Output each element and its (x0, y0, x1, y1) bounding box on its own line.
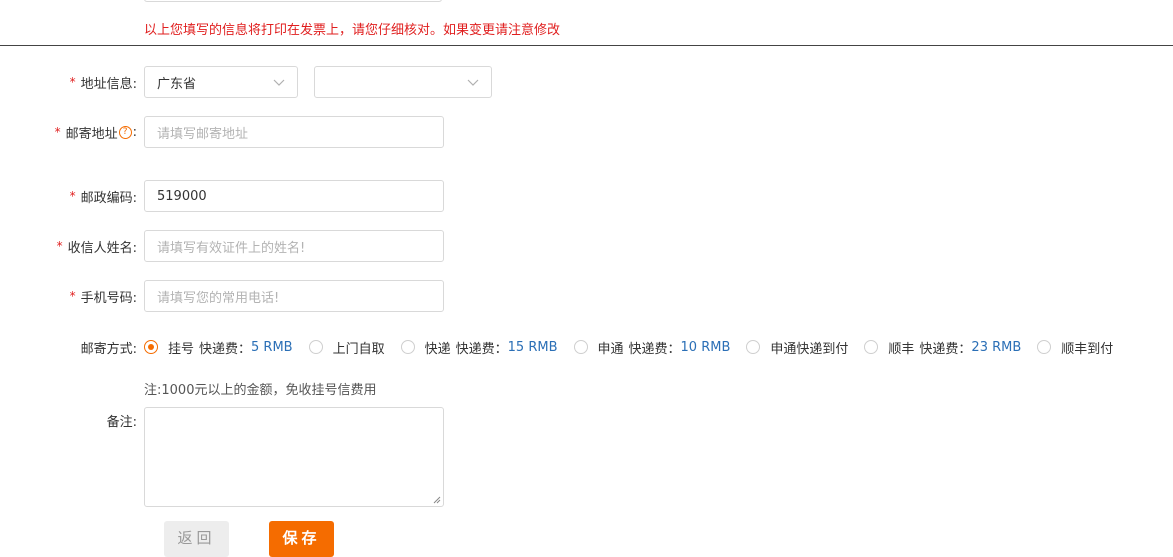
recipient-name-label: * 收信人姓名: (57, 230, 137, 262)
previous-input-edge[interactable] (144, 0, 442, 2)
required-mark: * (54, 125, 61, 139)
radio-button[interactable] (864, 340, 879, 354)
recipient-name-input[interactable]: 请填写有效证件上的姓名! (144, 230, 444, 262)
mail-method-option[interactable]: 申通 快递费： 10 RMB (573, 338, 731, 357)
fee-label: 快递费： (199, 341, 252, 357)
mail-method-option-name: 顺丰到付 (1061, 341, 1114, 357)
mail-method-option-name: 挂号 (168, 341, 195, 357)
fee-label: 快递费： (455, 341, 508, 357)
phone-row: * 手机号码: 请填写您的常用电话! (0, 280, 1173, 312)
address-info-row: * 地址信息: 广东省 (0, 66, 1173, 98)
address-info-label-text: 地址信息: (80, 76, 137, 92)
required-mark: * (69, 189, 76, 203)
city-select[interactable] (314, 66, 492, 98)
mail-address-label: * 邮寄地址 ? : (55, 116, 137, 148)
required-mark: * (69, 289, 76, 303)
radio-button[interactable] (144, 340, 158, 354)
mail-method-option[interactable]: 顺丰到付 (1037, 338, 1113, 357)
mail-method-label: 邮寄方式: (80, 341, 137, 357)
radio-button[interactable] (400, 340, 415, 354)
required-mark: * (69, 75, 76, 89)
fee-value: 10 RMB (680, 339, 731, 355)
mail-address-row: * 邮寄地址 ? : 请填写邮寄地址 (0, 116, 1173, 148)
mail-method-option-name: 申通快递到付 (770, 341, 849, 357)
mail-method-option-name: 申通 (597, 341, 624, 357)
remarks-textarea[interactable] (144, 407, 444, 507)
fee-value: 15 RMB (507, 339, 558, 355)
invoice-notice: 以上您填写的信息将打印在发票上，请您仔细核对。如果变更请注意修改 (144, 23, 561, 38)
section-divider (0, 45, 1173, 46)
radio-button[interactable] (746, 340, 761, 354)
mail-method-option[interactable]: 申通快递到付 (746, 338, 848, 357)
province-select[interactable]: 广东省 (144, 66, 298, 98)
radio-button[interactable] (573, 340, 588, 354)
fee-value: 5 RMB (251, 339, 293, 355)
mail-method-option-name: 上门自取 (332, 341, 385, 357)
phone-label: * 手机号码: (70, 280, 137, 312)
recipient-name-label-text: 收信人姓名: (67, 240, 137, 256)
mail-address-label-text: 邮寄地址 (65, 126, 118, 142)
mail-method-option[interactable]: 快递 快递费： 15 RMB (400, 338, 558, 357)
remarks-label: 备注: (106, 415, 137, 430)
province-value: 广东省 (157, 76, 197, 92)
mail-method-note: 注:1000元以上的金额，免收挂号信费用 (144, 383, 377, 398)
help-icon[interactable]: ? (118, 125, 132, 139)
radio-button[interactable] (308, 340, 323, 354)
recipient-name-row: * 收信人姓名: 请填写有效证件上的姓名! (0, 230, 1173, 262)
chevron-down-icon (273, 79, 285, 86)
chevron-down-icon (467, 79, 479, 86)
fee-label: 快递费： (628, 341, 681, 357)
phone-label-text: 手机号码: (80, 290, 137, 306)
save-button[interactable]: 保存 (269, 521, 334, 557)
address-info-label: * 地址信息: (70, 66, 137, 98)
resize-handle-icon[interactable] (433, 496, 441, 504)
mail-address-input[interactable]: 请填写邮寄地址 (144, 116, 444, 148)
postal-code-row: * 邮政编码: 519000 (0, 180, 1173, 212)
mail-method-option[interactable]: 挂号 快递费： 5 RMB (144, 338, 293, 357)
mail-method-option[interactable]: 顺丰 快递费： 23 RMB (864, 338, 1021, 357)
mail-method-option-name: 快递 (424, 341, 451, 357)
mail-address-colon: : (132, 124, 137, 140)
mail-method-option[interactable]: 上门自取 (308, 338, 385, 357)
postal-code-label-text: 邮政编码: (80, 190, 137, 206)
radio-button[interactable] (1037, 340, 1052, 354)
fee-value: 23 RMB (971, 339, 1022, 355)
mail-method-radio-group: 挂号 快递费： 5 RMB 上门自取 快递 快递费： 15 RMB 申通 快递费： 10 RMB 申… (144, 331, 1129, 363)
postal-code-input[interactable]: 519000 (144, 180, 444, 212)
postal-code-label: * 邮政编码: (70, 180, 137, 212)
phone-input[interactable]: 请填写您的常用电话! (144, 280, 444, 312)
back-button[interactable]: 返回 (164, 521, 229, 557)
required-mark: * (56, 239, 63, 253)
mail-method-option-name: 顺丰 (888, 341, 915, 357)
fee-label: 快递费： (919, 341, 972, 357)
